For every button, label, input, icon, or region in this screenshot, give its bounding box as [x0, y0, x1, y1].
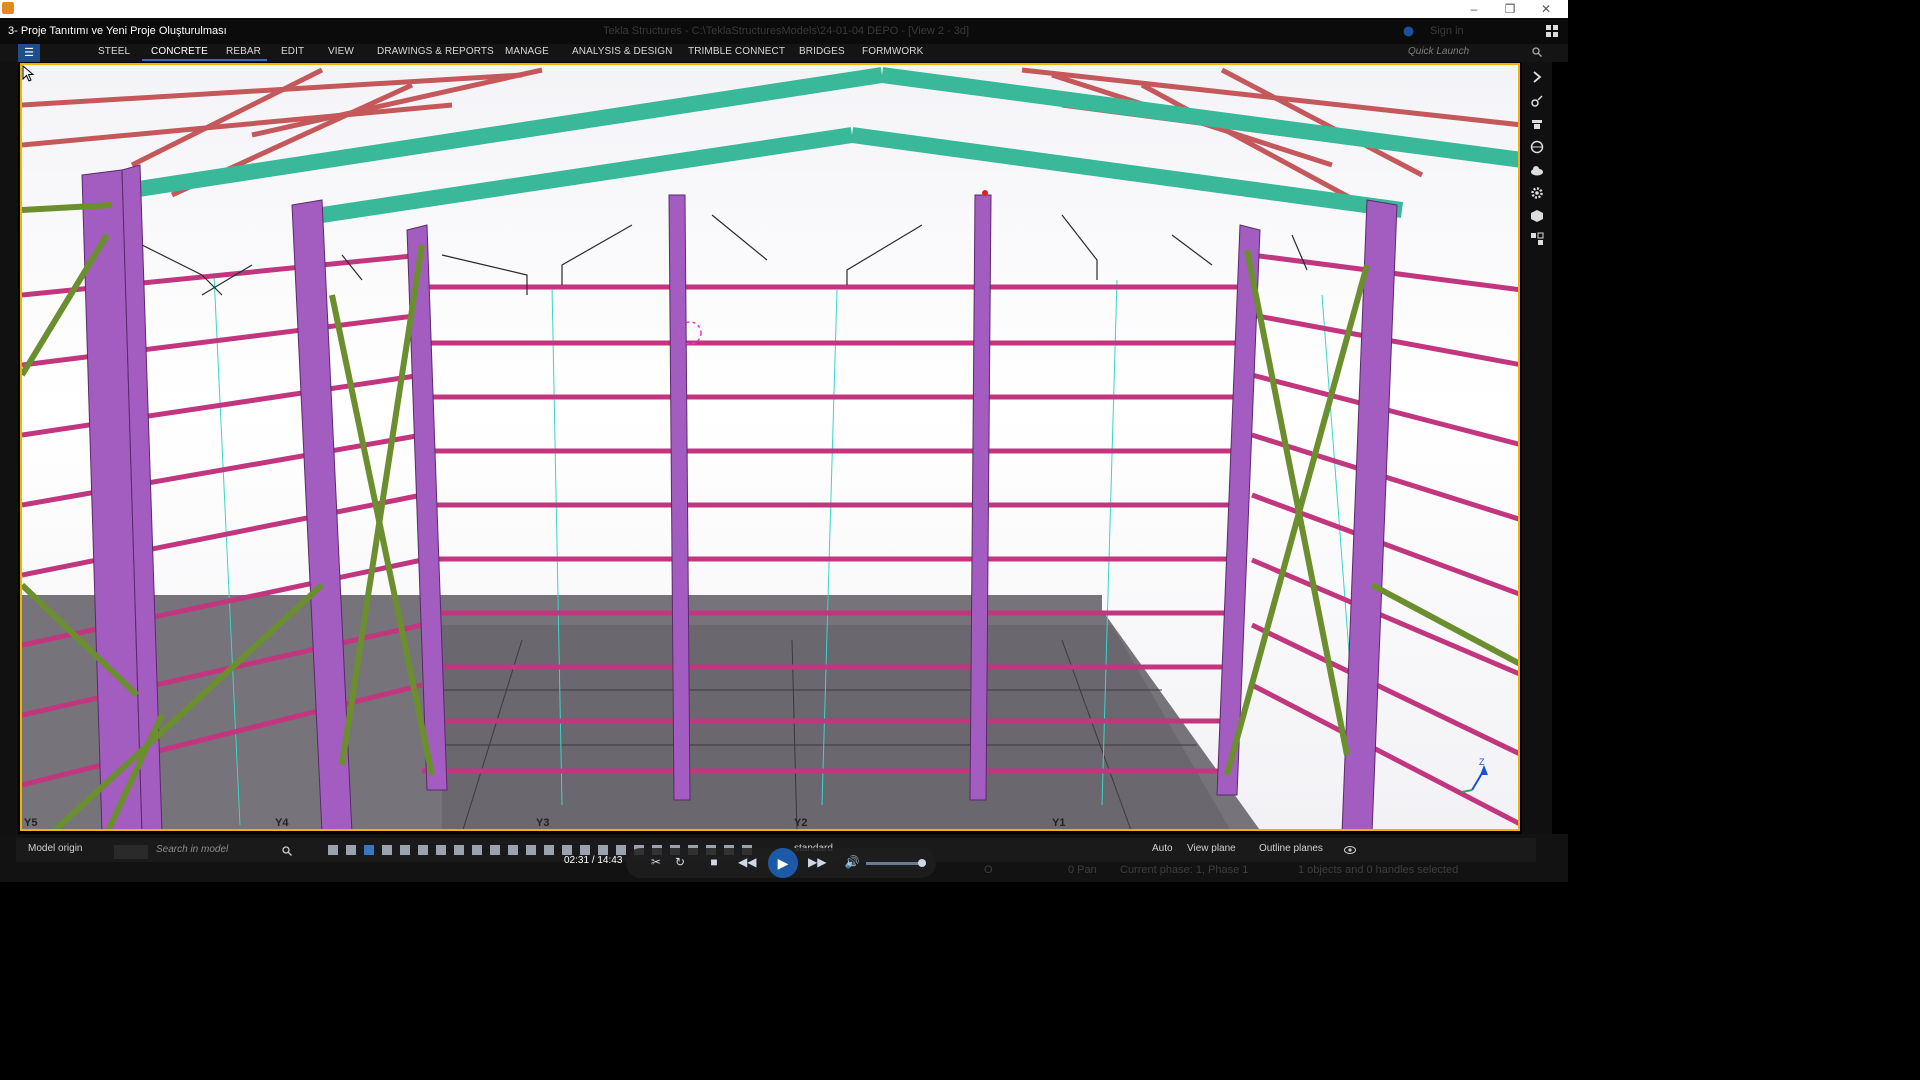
ribbon: ☰ STEEL CONCRETE REBAR EDIT VIEW DRAWING…: [0, 44, 1568, 62]
grid-label-y1: Y1: [1052, 817, 1066, 829]
volume-slider-knob[interactable]: [918, 859, 926, 867]
eye-icon[interactable]: [1344, 845, 1356, 855]
rafters: [130, 67, 1518, 223]
status-selection: 1 objects and 0 handles selected: [1298, 864, 1459, 876]
tab-bridges[interactable]: BRIDGES: [799, 46, 845, 57]
handle-point: [982, 190, 988, 196]
side-pane: [1522, 62, 1552, 834]
playback-time: 02:31 / 14:43: [564, 855, 623, 866]
fast-forward-icon[interactable]: ▶▶: [808, 854, 826, 870]
play-button[interactable]: ▶: [768, 848, 798, 878]
grid-label-y2: Y2: [794, 817, 808, 829]
tab-formwork[interactable]: FORMWORK: [862, 46, 923, 57]
help-icon[interactable]: [1403, 26, 1414, 37]
search-model-input[interactable]: Search in model: [156, 844, 300, 858]
subtitles-icon[interactable]: ✂: [648, 854, 664, 870]
cube-icon[interactable]: [1530, 209, 1544, 223]
status-bar: Model origin Search in model standard Au…: [0, 834, 1568, 882]
repeat-icon[interactable]: ↻: [672, 854, 688, 870]
axis-z-label: Z: [1479, 757, 1485, 767]
tab-view[interactable]: VIEW: [328, 46, 354, 57]
left-panel-strip: [0, 62, 18, 834]
gear-icon[interactable]: [1530, 186, 1544, 200]
coordinate-axis-icon: [1461, 765, 1488, 793]
app-icon: [2, 2, 14, 14]
model-view-3d[interactable]: Y5 Y4 Y3 Y2 Y1 Z: [20, 63, 1520, 831]
restore-button[interactable]: ❐: [1492, 0, 1528, 18]
status-phase: Current phase: 1, Phase 1: [1120, 864, 1249, 876]
app-title: Tekla Structures - C:\TeklaStructuresMod…: [603, 25, 969, 37]
file-menu-button[interactable]: ☰: [18, 44, 40, 62]
search-model-icon[interactable]: [282, 846, 292, 856]
search-icon[interactable]: [1532, 47, 1542, 57]
mouse-cursor-icon: [22, 65, 35, 82]
rewind-icon[interactable]: ◀◀: [738, 854, 756, 870]
catalog-icon[interactable]: [1530, 117, 1544, 131]
grid-label-y3: Y3: [536, 817, 550, 829]
outline-planes-dropdown[interactable]: Outline planes: [1259, 843, 1323, 854]
auto-dropdown[interactable]: Auto: [1152, 843, 1173, 854]
minimize-button[interactable]: –: [1456, 0, 1492, 18]
tab-concrete[interactable]: CONCRETE: [151, 46, 208, 57]
player-window-titlebar: – ❐ ✕: [0, 0, 1568, 18]
apps-grid-icon[interactable]: [1546, 25, 1558, 37]
video-title: 3- Proje Tanıtımı ve Yeni Proje Oluşturu…: [8, 25, 227, 37]
tab-drawings-reports[interactable]: DRAWINGS & REPORTS: [377, 46, 494, 57]
volume-icon[interactable]: 🔊: [844, 854, 860, 870]
tab-edit[interactable]: EDIT: [281, 46, 304, 57]
property-icon[interactable]: [1530, 94, 1544, 108]
cloud-icon[interactable]: [1530, 163, 1544, 177]
toggle-group[interactable]: [114, 845, 148, 859]
app-titlebar: 3- Proje Tanıtımı ve Yeni Proje Oluşturu…: [0, 18, 1568, 44]
active-tab-indicator: [142, 59, 267, 61]
sign-in-link[interactable]: Sign in: [1430, 25, 1464, 37]
tab-trimble-connect[interactable]: TRIMBLE CONNECT: [688, 46, 785, 57]
globe-icon[interactable]: [1530, 140, 1544, 154]
status-pan: 0 Pan: [1068, 864, 1097, 876]
stop-icon[interactable]: ■: [706, 854, 722, 870]
tab-steel[interactable]: STEEL: [98, 46, 130, 57]
expand-chevron-icon[interactable]: [1530, 70, 1544, 84]
video-player-controls: 02:31 / 14:43 ✂ ↻ ■ ◀◀ ▶ ▶▶ 🔊: [564, 848, 936, 878]
grid-label-y4: Y4: [275, 817, 289, 829]
tab-analysis-design[interactable]: ANALYSIS & DESIGN: [572, 46, 672, 57]
tab-manage[interactable]: MANAGE: [505, 46, 549, 57]
tab-rebar[interactable]: REBAR: [226, 46, 261, 57]
close-button[interactable]: ✕: [1528, 0, 1564, 18]
components-icon[interactable]: [1530, 232, 1544, 246]
volume-slider[interactable]: [866, 862, 926, 865]
model-origin-dropdown[interactable]: Model origin: [28, 843, 82, 854]
grid-label-y5: Y5: [24, 817, 38, 829]
status-zero: O: [984, 864, 993, 876]
quick-launch-input[interactable]: Quick Launch: [1408, 46, 1546, 60]
structure-drawing: [22, 67, 1518, 829]
view-plane-dropdown[interactable]: View plane: [1187, 843, 1236, 854]
